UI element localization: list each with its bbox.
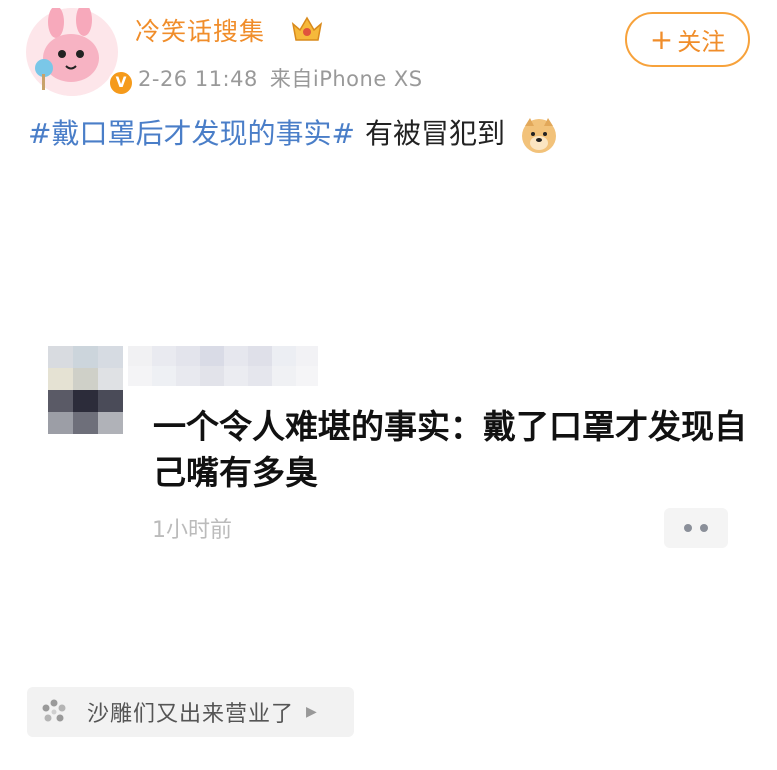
doge-icon	[521, 118, 556, 153]
chevron-right-icon: ▶	[306, 704, 317, 720]
post-source: 来自iPhone XS	[269, 67, 423, 91]
post-text: #戴口罩后才发现的事实# 有被冒犯到	[28, 112, 558, 154]
more-options-button[interactable]	[664, 508, 728, 548]
pinwheel-icon	[42, 699, 66, 722]
plus-icon: +	[649, 22, 674, 56]
follow-button[interactable]: + 关注	[625, 12, 750, 67]
bunny-avatar-icon	[28, 8, 116, 96]
post-timestamp: 2-26 11:48	[138, 67, 258, 91]
username[interactable]: 冷笑话搜集	[135, 12, 265, 48]
post-meta: 2-26 11:48 来自iPhone XS	[138, 63, 423, 93]
post-body: 有被冒犯到	[364, 117, 505, 150]
avatar[interactable]: V	[26, 8, 134, 96]
super-topic-chip[interactable]: 沙雕们又出来营业了 ▶	[27, 687, 354, 737]
dot-icon	[684, 524, 692, 532]
blurred-avatar	[48, 346, 123, 434]
quoted-post-time: 1小时前	[152, 518, 232, 543]
verified-badge: V	[108, 70, 134, 96]
pixelated-username-image	[128, 346, 318, 386]
chip-label: 沙雕们又出来营业了	[87, 702, 295, 727]
crown-icon	[291, 16, 323, 41]
quoted-post-text: 一个令人难堪的事实：戴了口罩才发现自己嘴有多臭	[153, 407, 747, 492]
hashtag-link[interactable]: #戴口罩后才发现的事实#	[28, 117, 355, 150]
follow-label: 关注	[677, 28, 726, 56]
blurred-username	[128, 346, 318, 386]
post-header: V 冷笑话搜集 2-26 11:48 来自iPhone XS + 关注	[0, 0, 777, 100]
dot-icon	[700, 524, 708, 532]
pixelated-avatar-image	[48, 346, 123, 434]
